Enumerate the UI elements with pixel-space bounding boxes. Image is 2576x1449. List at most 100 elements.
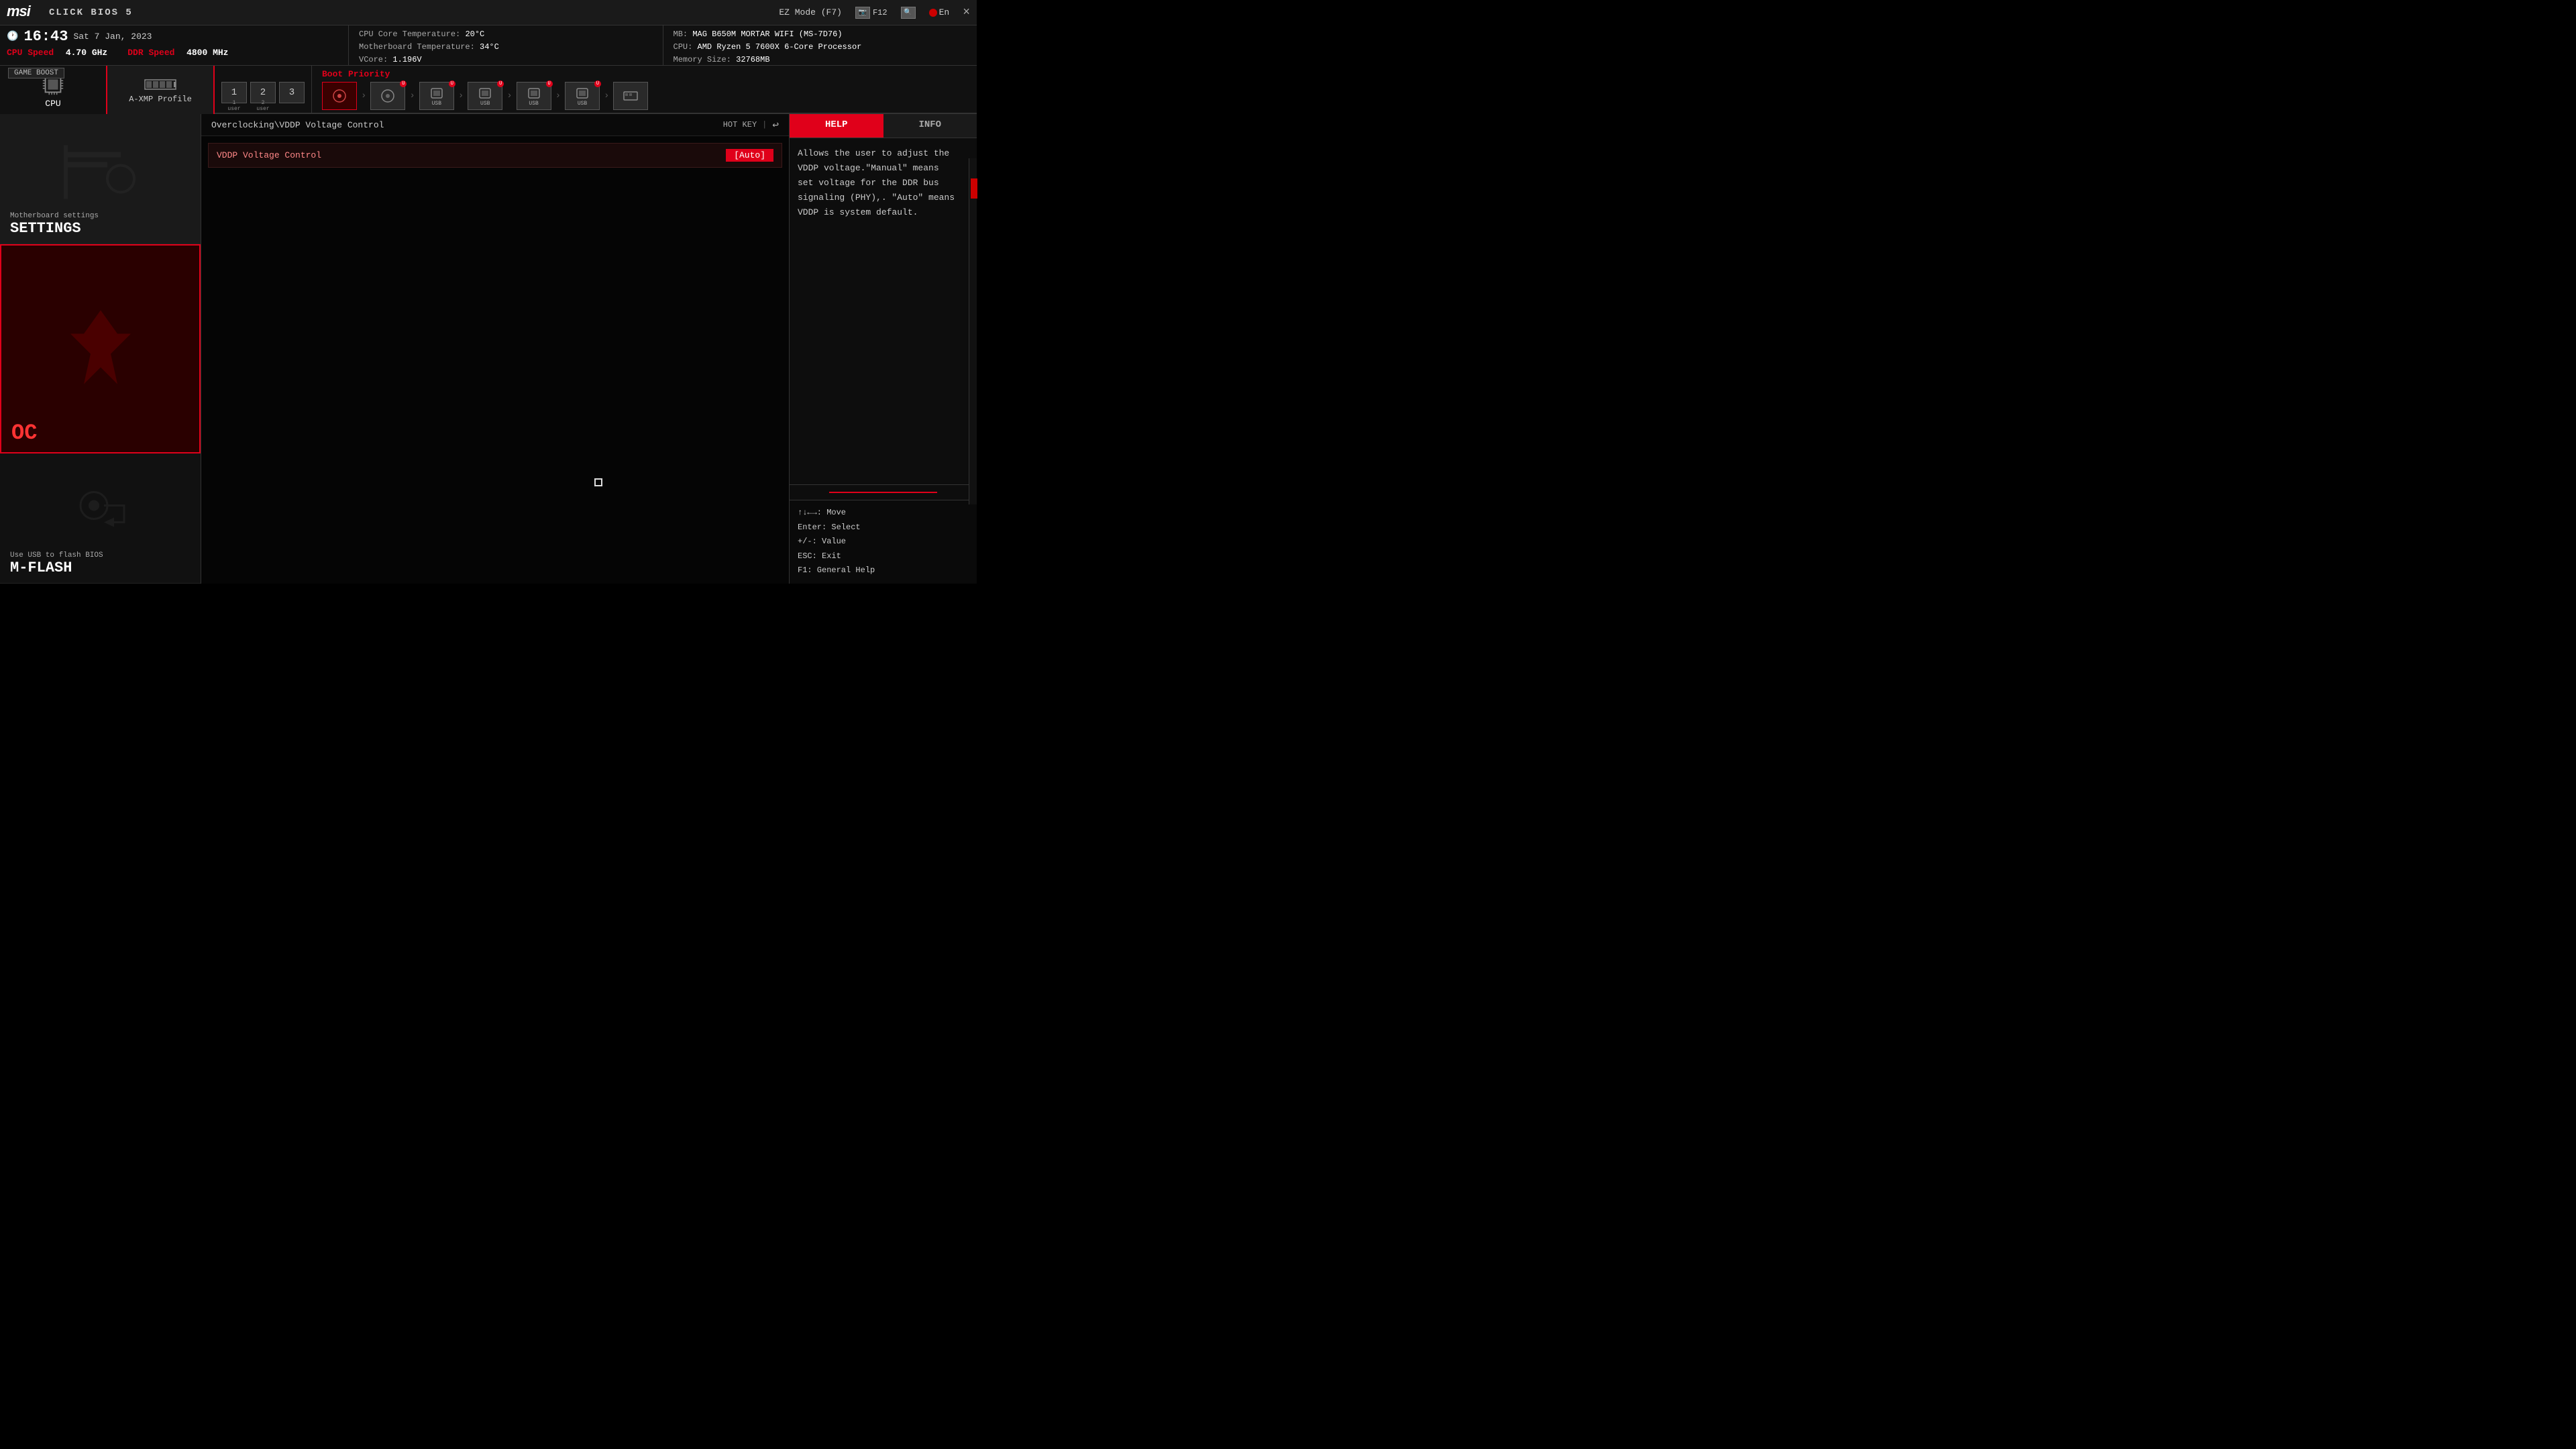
profile-1-button[interactable]: 1 1user [221,82,247,103]
search-icon: 🔍 [901,7,916,19]
info-tab[interactable]: INFO [883,114,977,138]
mb-row: MB: MAG B650M MORTAR WIFI (MS-7D76) [674,28,967,41]
usb-label-3: USB [432,101,441,107]
usb-badge-6: U [594,80,601,87]
top-right-controls: EZ Mode (F7) 📷 F12 🔍 En × [779,6,970,19]
cpu-name-value: AMD Ryzen 5 7600X 6-Core Processor [698,42,862,52]
screenshot-key-label: F12 [873,8,888,17]
boot-arrow-3: › [457,91,465,101]
usb-drive-icon-2 [476,86,494,101]
boot-arrow-5: › [554,91,562,101]
usb-badge-2: U [400,80,407,87]
content-area: Overclocking\VDDP Voltage Control HOT KE… [201,114,789,584]
mflash-main-label: M-FLASH [10,559,72,576]
sidebar-item-mflash[interactable]: Use USB to flash BIOS M-FLASH [0,453,201,584]
oc-main-label: OC [11,421,37,445]
time-display: 16:43 [23,28,68,45]
usb-drive-icon-3 [525,86,543,101]
header-info: 🕐 16:43 Sat 7 Jan, 2023 CPU Speed 4.70 G… [0,25,977,66]
vcore-value: 1.196V [392,55,421,64]
vddp-voltage-label: VDDP Voltage Control [217,150,321,160]
cpu-name-row: CPU: AMD Ryzen 5 7600X 6-Core Processor [674,41,967,54]
optical-icon [330,89,349,103]
cpu-temp-value: 20°C [465,30,484,39]
boot-device-5[interactable]: USB U [517,82,551,110]
camera-icon: 📷 [855,7,870,19]
settings-content: VDDP Voltage Control [Auto] [201,136,789,584]
svg-text:msi: msi [7,3,32,19]
left-sidebar: Motherboard settings SETTINGS OC [0,114,201,584]
ez-mode-label[interactable]: EZ Mode (F7) [779,7,842,17]
center-info-panel: CPU Core Temperature: 20°C Motherboard T… [349,25,663,65]
settings-main-label: SETTINGS [10,220,81,237]
cpu-speed-label: CPU Speed [7,48,54,58]
hotkey-f1: F1: General Help [798,564,969,578]
profile-2-user-badge: 2user [256,100,269,112]
language-button[interactable]: En [929,7,950,17]
logo-area: msi CLICK BIOS 5 [7,1,133,24]
usb-label-4: USB [480,101,490,107]
profile-2-button[interactable]: 2 2user [250,82,276,103]
vddp-voltage-row[interactable]: VDDP Voltage Control [Auto] [208,143,782,168]
help-tab[interactable]: HELP [790,114,883,138]
sidebar-item-settings[interactable]: Motherboard settings SETTINGS [0,114,201,244]
profile-buttons: 1 1user 2 2user 3 [215,72,311,113]
clock-icon: 🕐 [7,31,18,42]
settings-bg-icon [60,139,141,219]
back-button[interactable]: ↩ [772,118,779,131]
help-content: Allows the user to adjust the VDDP volta… [790,138,969,484]
boot-device-2[interactable]: U [370,82,405,110]
boot-device-3[interactable]: USB U [419,82,454,110]
cpu-name-label: CPU: [674,42,693,52]
boot-arrow-1: › [360,91,368,101]
profile-3-button[interactable]: 3 [279,82,305,103]
boot-arrow-4: › [505,91,513,101]
language-label: En [939,7,950,17]
oc-bg-icon [54,307,148,391]
mflash-bg-icon [67,485,134,551]
axmp-selector[interactable]: A-XMP Profile [107,66,215,114]
sidebar-item-oc[interactable]: OC [0,244,201,453]
bios-title: CLICK BIOS 5 [49,7,133,18]
screenshot-button[interactable]: 📷 F12 [855,7,888,19]
cpu-temp-label: CPU Core Temperature: [359,30,460,39]
settings-sub-label: Motherboard settings [10,212,99,220]
boot-device-7[interactable] [613,82,648,110]
cpu-label: CPU [45,99,60,109]
nvme-icon [621,89,640,103]
boot-devices-list: › U › USB U › [322,82,967,110]
boot-priority-label: Boot Priority [322,69,967,79]
boot-device-4[interactable]: USB U [468,82,502,110]
close-button[interactable]: × [963,6,970,19]
time-row: 🕐 16:43 Sat 7 Jan, 2023 [7,28,341,45]
breadcrumb: Overclocking\VDDP Voltage Control [211,120,384,130]
mb-temp-label: Motherboard Temperature: [359,42,475,52]
memory-label: Memory Size: [674,55,731,64]
msi-logo: msi [7,1,44,24]
ddr-speed-label: DDR Speed [127,48,174,58]
ddr-speed: DDR Speed 4800 MHz [127,46,228,58]
search-button[interactable]: 🔍 [901,7,916,19]
scrollbar[interactable] [969,158,977,504]
ddr-speed-value: 4800 MHz [186,48,228,58]
usb-badge-4: U [497,80,504,87]
vcore-label: VCore: [359,55,388,64]
mb-temp-value: 34°C [480,42,499,52]
vddp-voltage-value: [Auto] [726,149,773,162]
boot-arrow-2: › [408,91,416,101]
usb-drive-icon-4 [573,86,592,101]
mb-label: MB: [674,30,688,39]
vcore-row: VCore: 1.196V [359,54,653,66]
boot-device-1[interactable] [322,82,357,110]
boot-device-6[interactable]: USB U [565,82,600,110]
hotkey-value: +/-: Value [798,535,969,549]
divider-line [829,492,937,493]
right-panel: HELP INFO Allows the user to adjust the … [789,114,977,584]
mflash-sub-label: Use USB to flash BIOS [10,551,103,559]
boot-arrow-6: › [602,91,610,101]
controls-bar: GAME BOOST CPU [0,66,977,114]
usb-drive-icon-1 [427,86,446,101]
right-info-panel: MB: MAG B650M MORTAR WIFI (MS-7D76) CPU:… [663,25,977,65]
scroll-indicator [790,484,977,500]
usb-badge-3: U [449,80,455,87]
